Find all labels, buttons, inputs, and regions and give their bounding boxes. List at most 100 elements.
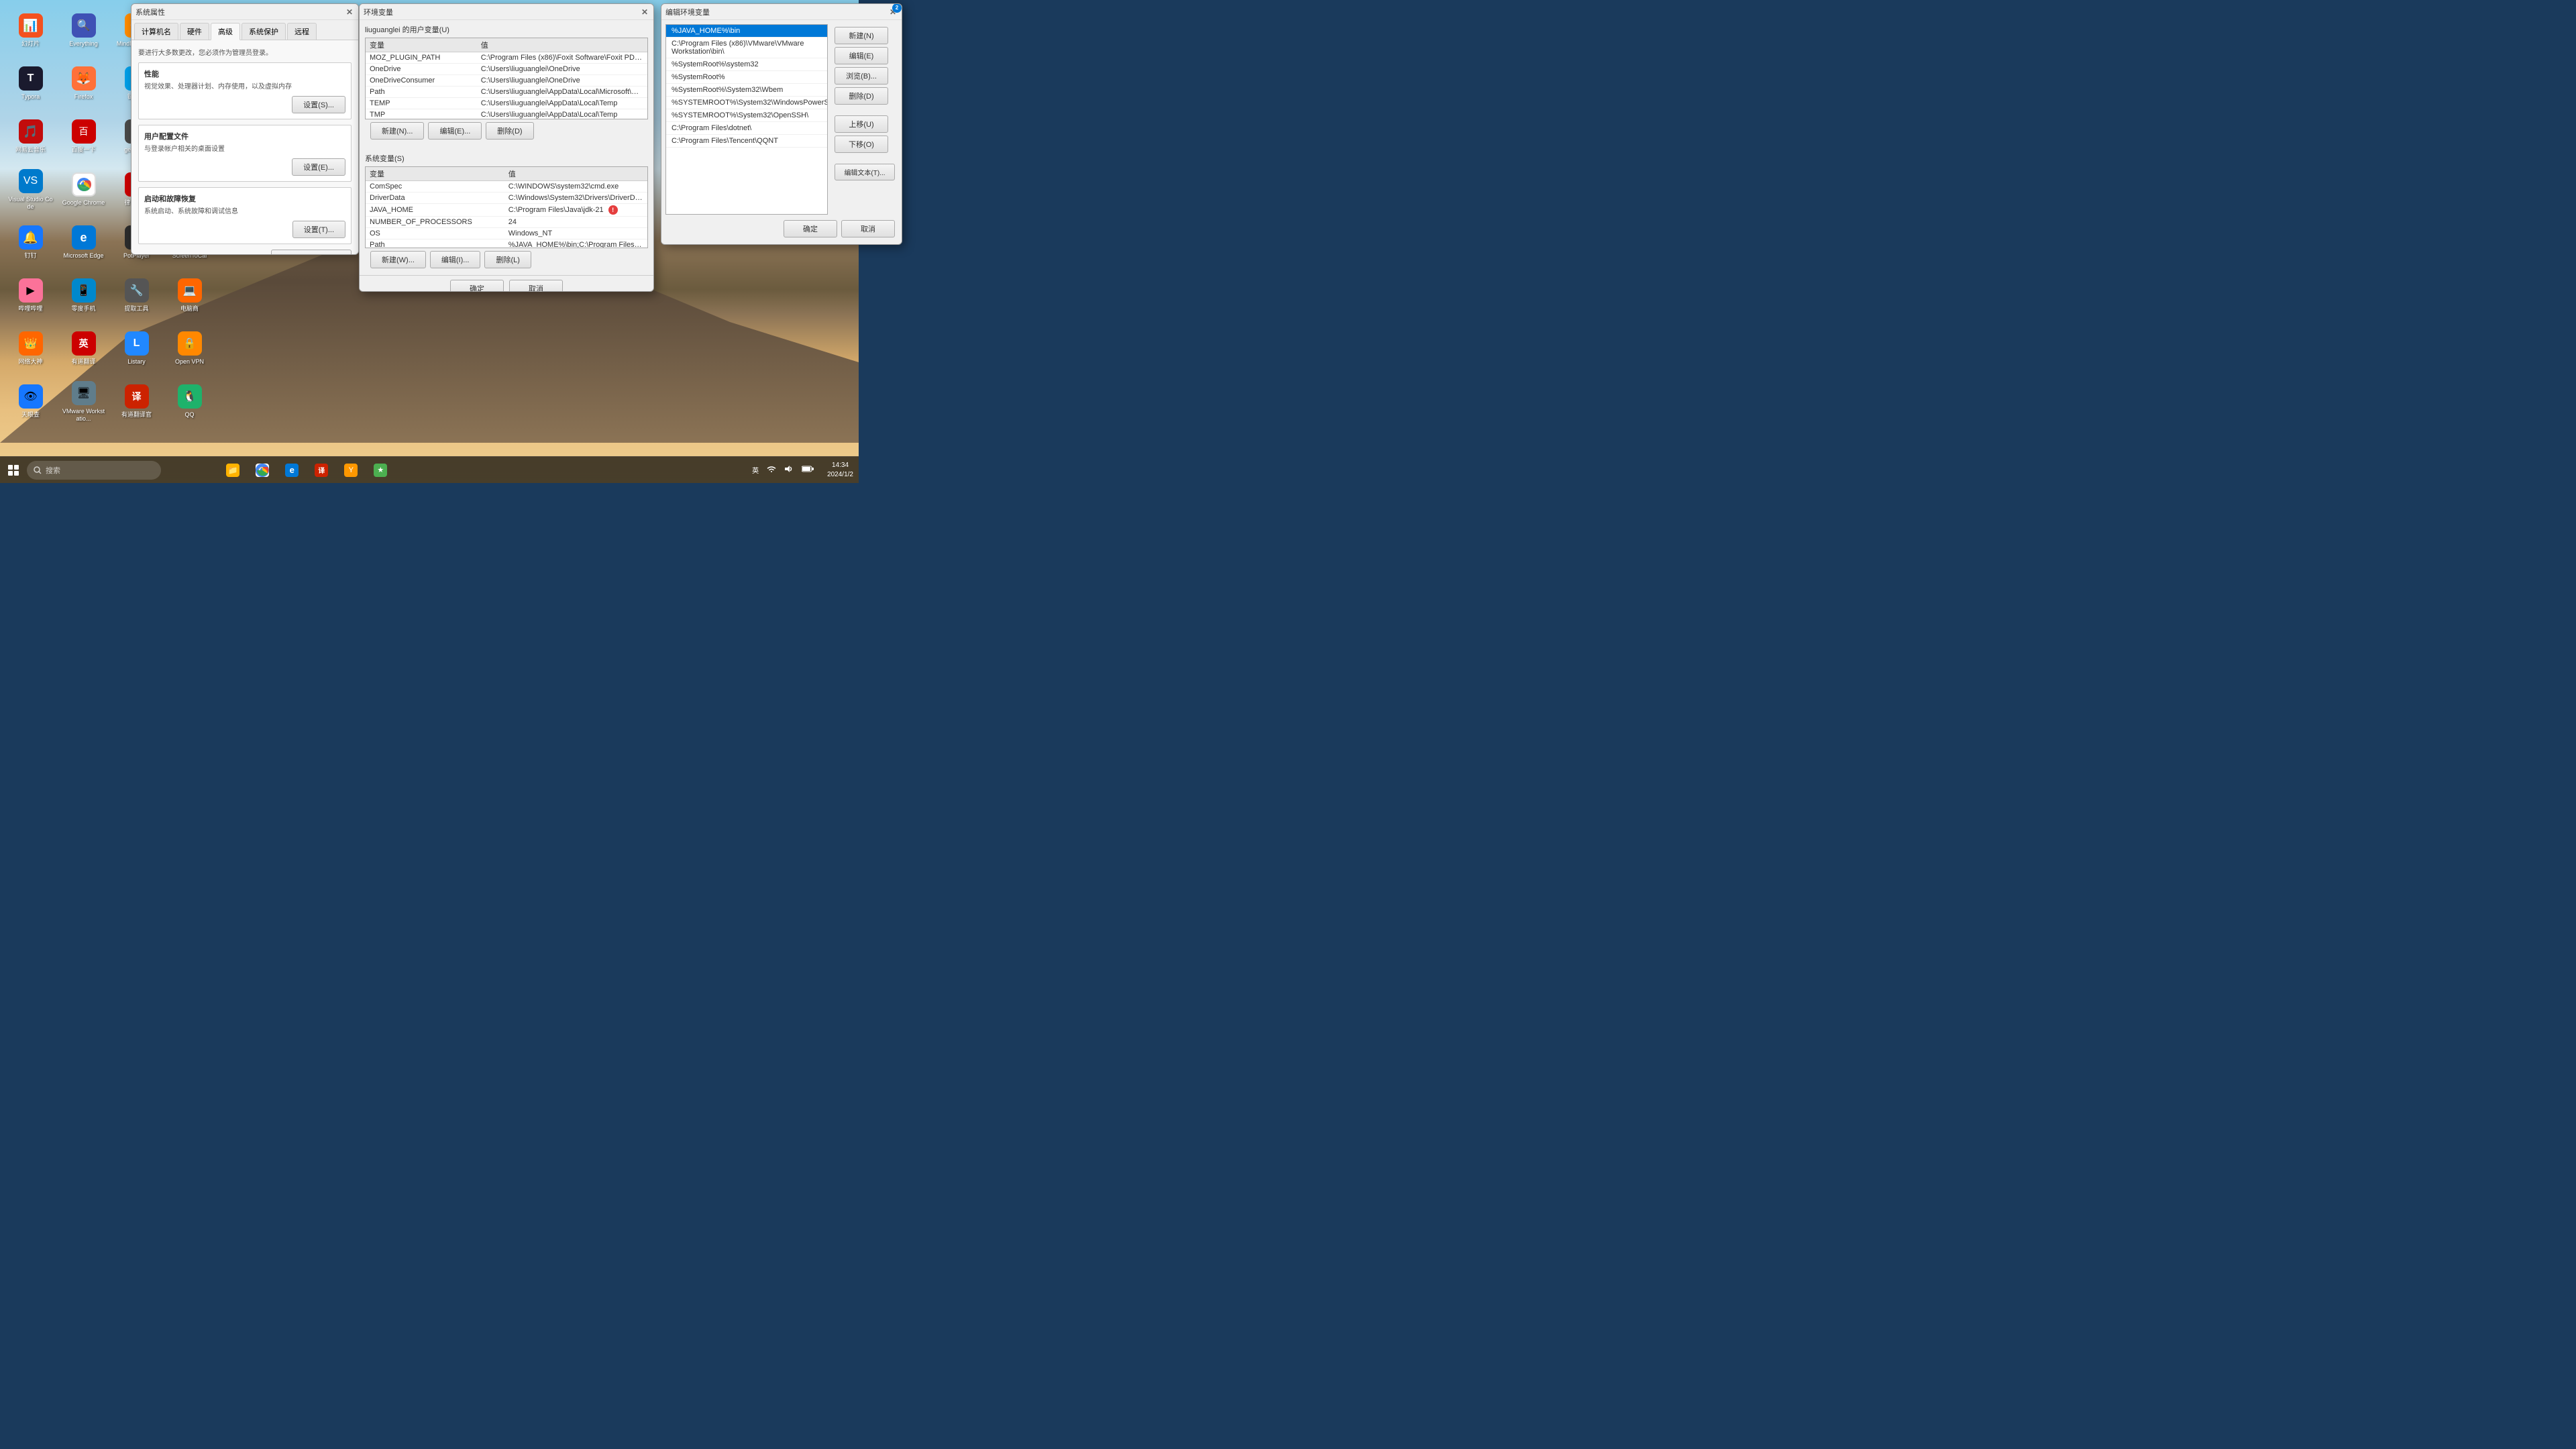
tray-volume[interactable] [782,464,796,476]
envvars-title: 环境变量 [364,7,640,17]
env-vars-button[interactable]: 环境变量(N)... [271,250,352,255]
table-row[interactable]: Path %JAVA_HOME%\bin;C:\Program Files (x… [366,239,647,248]
taskbar-app-yd2[interactable]: Y [337,457,364,484]
envvars-close-button[interactable]: ✕ [640,7,649,17]
desktop-icon-everything[interactable]: 🔍 Everything [58,5,109,56]
taskbar-app-youdao[interactable]: 译 [308,457,335,484]
desktop-icon-netease[interactable]: 🎵 网易云音乐 [5,111,56,162]
desktop-icon-baidu[interactable]: 百 百度一下 [58,111,109,162]
editenv-new-button[interactable]: 新建(N) [835,27,888,44]
table-row[interactable]: OneDriveConsumer C:\Users\liuguanglei\On… [366,75,647,87]
table-row[interactable]: JAVA_HOME C:\Program Files\Java\jdk-21 ! [366,204,647,217]
desktop-icon-vscode[interactable]: VS Visual Studio Code [5,164,56,215]
delete-sys-var-button[interactable]: 删除(L) [484,251,531,268]
desktop-icon-bilibili[interactable]: ▶ 哔哩哔哩 [5,270,56,321]
desktop-icon-typora[interactable]: T Typora [5,58,56,109]
desktop-icon-qq[interactable]: 🐧 QQ [164,376,215,427]
table-row[interactable]: OS Windows_NT [366,228,647,239]
start-button[interactable] [0,457,27,484]
table-row[interactable]: TEMP C:\Users\liuguanglei\AppData\Local\… [366,98,647,109]
desktop-icon-tiqutool[interactable]: 🔧 提取工具 [111,270,162,321]
new-sys-var-button[interactable]: 新建(W)... [370,251,426,268]
tray-network[interactable] [764,464,779,476]
desktop-icon-openvpn[interactable]: 🔒 Open VPN [164,323,215,374]
desktop-icon-chrome[interactable]: Google Chrome [58,164,109,215]
performance-settings-button[interactable]: 设置(S)... [292,96,345,113]
editenv-item-wbem[interactable]: %SystemRoot%\System32\Wbem [666,84,827,97]
tray-ime[interactable]: 英 [749,464,761,476]
desktop-icon-listary[interactable]: L Listary [111,323,162,374]
desktop-icon-wps[interactable]: 📊 幻灯片 [5,5,56,56]
chrome-taskbar-icon [256,464,269,477]
table-row[interactable]: TMP C:\Users\liuguanglei\AppData\Local\T… [366,109,647,119]
table-row[interactable]: MOZ_PLUGIN_PATH C:\Program Files (x86)\F… [366,52,647,64]
editenv-item-javahome[interactable]: %JAVA_HOME%\bin [666,25,827,38]
envvars-cancel-button[interactable]: 取消 [509,280,563,292]
editenv-delete-button[interactable]: 删除(D) [835,87,888,105]
desktop-icon-yingyu[interactable]: 英 有道翻译 [58,323,109,374]
table-row[interactable]: ComSpec C:\WINDOWS\system32\cmd.exe [366,181,647,193]
editenv-item-dotnet[interactable]: C:\Program Files\dotnet\ [666,122,827,135]
taskbar-app-misc[interactable]: ★ [367,457,394,484]
sysprops-title: 系统属性 [136,7,345,17]
desktop-icon-youdao[interactable]: 译 有道翻译官 [111,376,162,427]
desktop-icon-edge[interactable]: e Microsoft Edge [58,217,109,268]
table-row[interactable]: DriverData C:\Windows\System32\Drivers\D… [366,193,647,204]
tab-computer-name[interactable]: 计算机名 [134,23,178,40]
table-row[interactable]: Path C:\Users\liuguanglei\AppData\Local\… [366,87,647,98]
editenv-item-tencent[interactable]: C:\Program Files\Tencent\QQNT [666,135,827,148]
desktop-icon-lingdu[interactable]: 📱 零度手机 [58,270,109,321]
editenv-edittext-button[interactable]: 编辑文本(T)... [835,164,895,180]
editenv-moveup-button[interactable]: 上移(U) [835,115,888,133]
startup-settings-button[interactable]: 设置(T)... [292,221,345,238]
editenv-item-systemroot[interactable]: %SystemRoot% [666,71,827,84]
taskbar-app-explorer[interactable]: 📁 [219,457,246,484]
editenv-item-vmware[interactable]: C:\Program Files (x86)\VMware\VMware Wor… [666,38,827,58]
sysprops-close-button[interactable]: ✕ [345,7,354,17]
desktop-icon-tianyan[interactable]: 👁 天眼查 [5,376,56,427]
taskbar-search[interactable]: 搜索 [27,461,161,480]
userprofiles-settings-button[interactable]: 设置(E)... [292,158,345,176]
tab-system-protection[interactable]: 系统保护 [241,23,286,40]
taskbar-app-edge[interactable]: e [278,457,305,484]
editenv-ok-button[interactable]: 确定 [784,220,837,237]
desktop-icon-wangzhe[interactable]: 👑 网络大神 [5,323,56,374]
col-sysvar-name: 变量 [366,167,504,181]
yingyu-icon: 英 [72,331,96,356]
user-profiles-section: 用户配置文件 与登录帐户相关的桌面设置 设置(E)... [138,125,352,182]
desktop-icon-dingtalk[interactable]: 🔔 钉钉 [5,217,56,268]
edit-sys-var-button[interactable]: 编辑(I)... [430,251,481,268]
firefox-label: Firefox [74,93,93,101]
editenv-item-powershell[interactable]: %SYSTEMROOT%\System32\WindowsPowerShell\… [666,97,827,109]
tab-remote[interactable]: 远程 [287,23,317,40]
edge-taskbar-icon: e [285,464,299,477]
editenv-title: 编辑环境变量 [665,7,888,17]
desktop-icon-firefox[interactable]: 🦊 Firefox [58,58,109,109]
editenv-main-area: %JAVA_HOME%\bin C:\Program Files (x86)\V… [665,24,898,215]
edit-user-var-button[interactable]: 编辑(E)... [428,122,482,140]
envvars-ok-button[interactable]: 确定 [450,280,504,292]
editenv-item-openssh[interactable]: %SYSTEMROOT%\System32\OpenSSH\ [666,109,827,122]
new-user-var-button[interactable]: 新建(N)... [370,122,424,140]
editenv-cancel-button[interactable]: 取消 [841,220,895,237]
editenv-list[interactable]: %JAVA_HOME%\bin C:\Program Files (x86)\V… [665,24,828,215]
tab-hardware[interactable]: 硬件 [180,23,209,40]
tray-battery[interactable] [799,464,816,476]
delete-user-var-button[interactable]: 删除(D) [486,122,533,140]
taskbar-app-chrome[interactable] [249,457,276,484]
desktop-icon-diannao[interactable]: 💻 电脑商 [164,270,215,321]
search-placeholder: 搜索 [46,465,60,476]
editenv-edit-button[interactable]: 编辑(E) [835,47,888,64]
editenv-item-system32[interactable]: %SystemRoot%\system32 [666,58,827,71]
taskbar-clock[interactable]: 14:34 2024/1/2 [822,461,859,480]
desktop-icon-vmware[interactable]: 🖥 VMware Workstatio... [58,376,109,427]
admin-note: 要进行大多数更改，您必须作为管理员登录。 [138,47,352,57]
editenv-movedown-button[interactable]: 下移(O) [835,136,888,153]
start-icon [8,465,19,476]
system-tray: 英 [744,464,822,476]
envvars-titlebar: 环境变量 ✕ [360,4,653,20]
table-row[interactable]: OneDrive C:\Users\liuguanglei\OneDrive [366,64,647,75]
table-row[interactable]: NUMBER_OF_PROCESSORS 24 [366,217,647,228]
editenv-browse-button[interactable]: 浏览(B)... [835,67,888,85]
tab-advanced[interactable]: 高级 [211,23,240,40]
